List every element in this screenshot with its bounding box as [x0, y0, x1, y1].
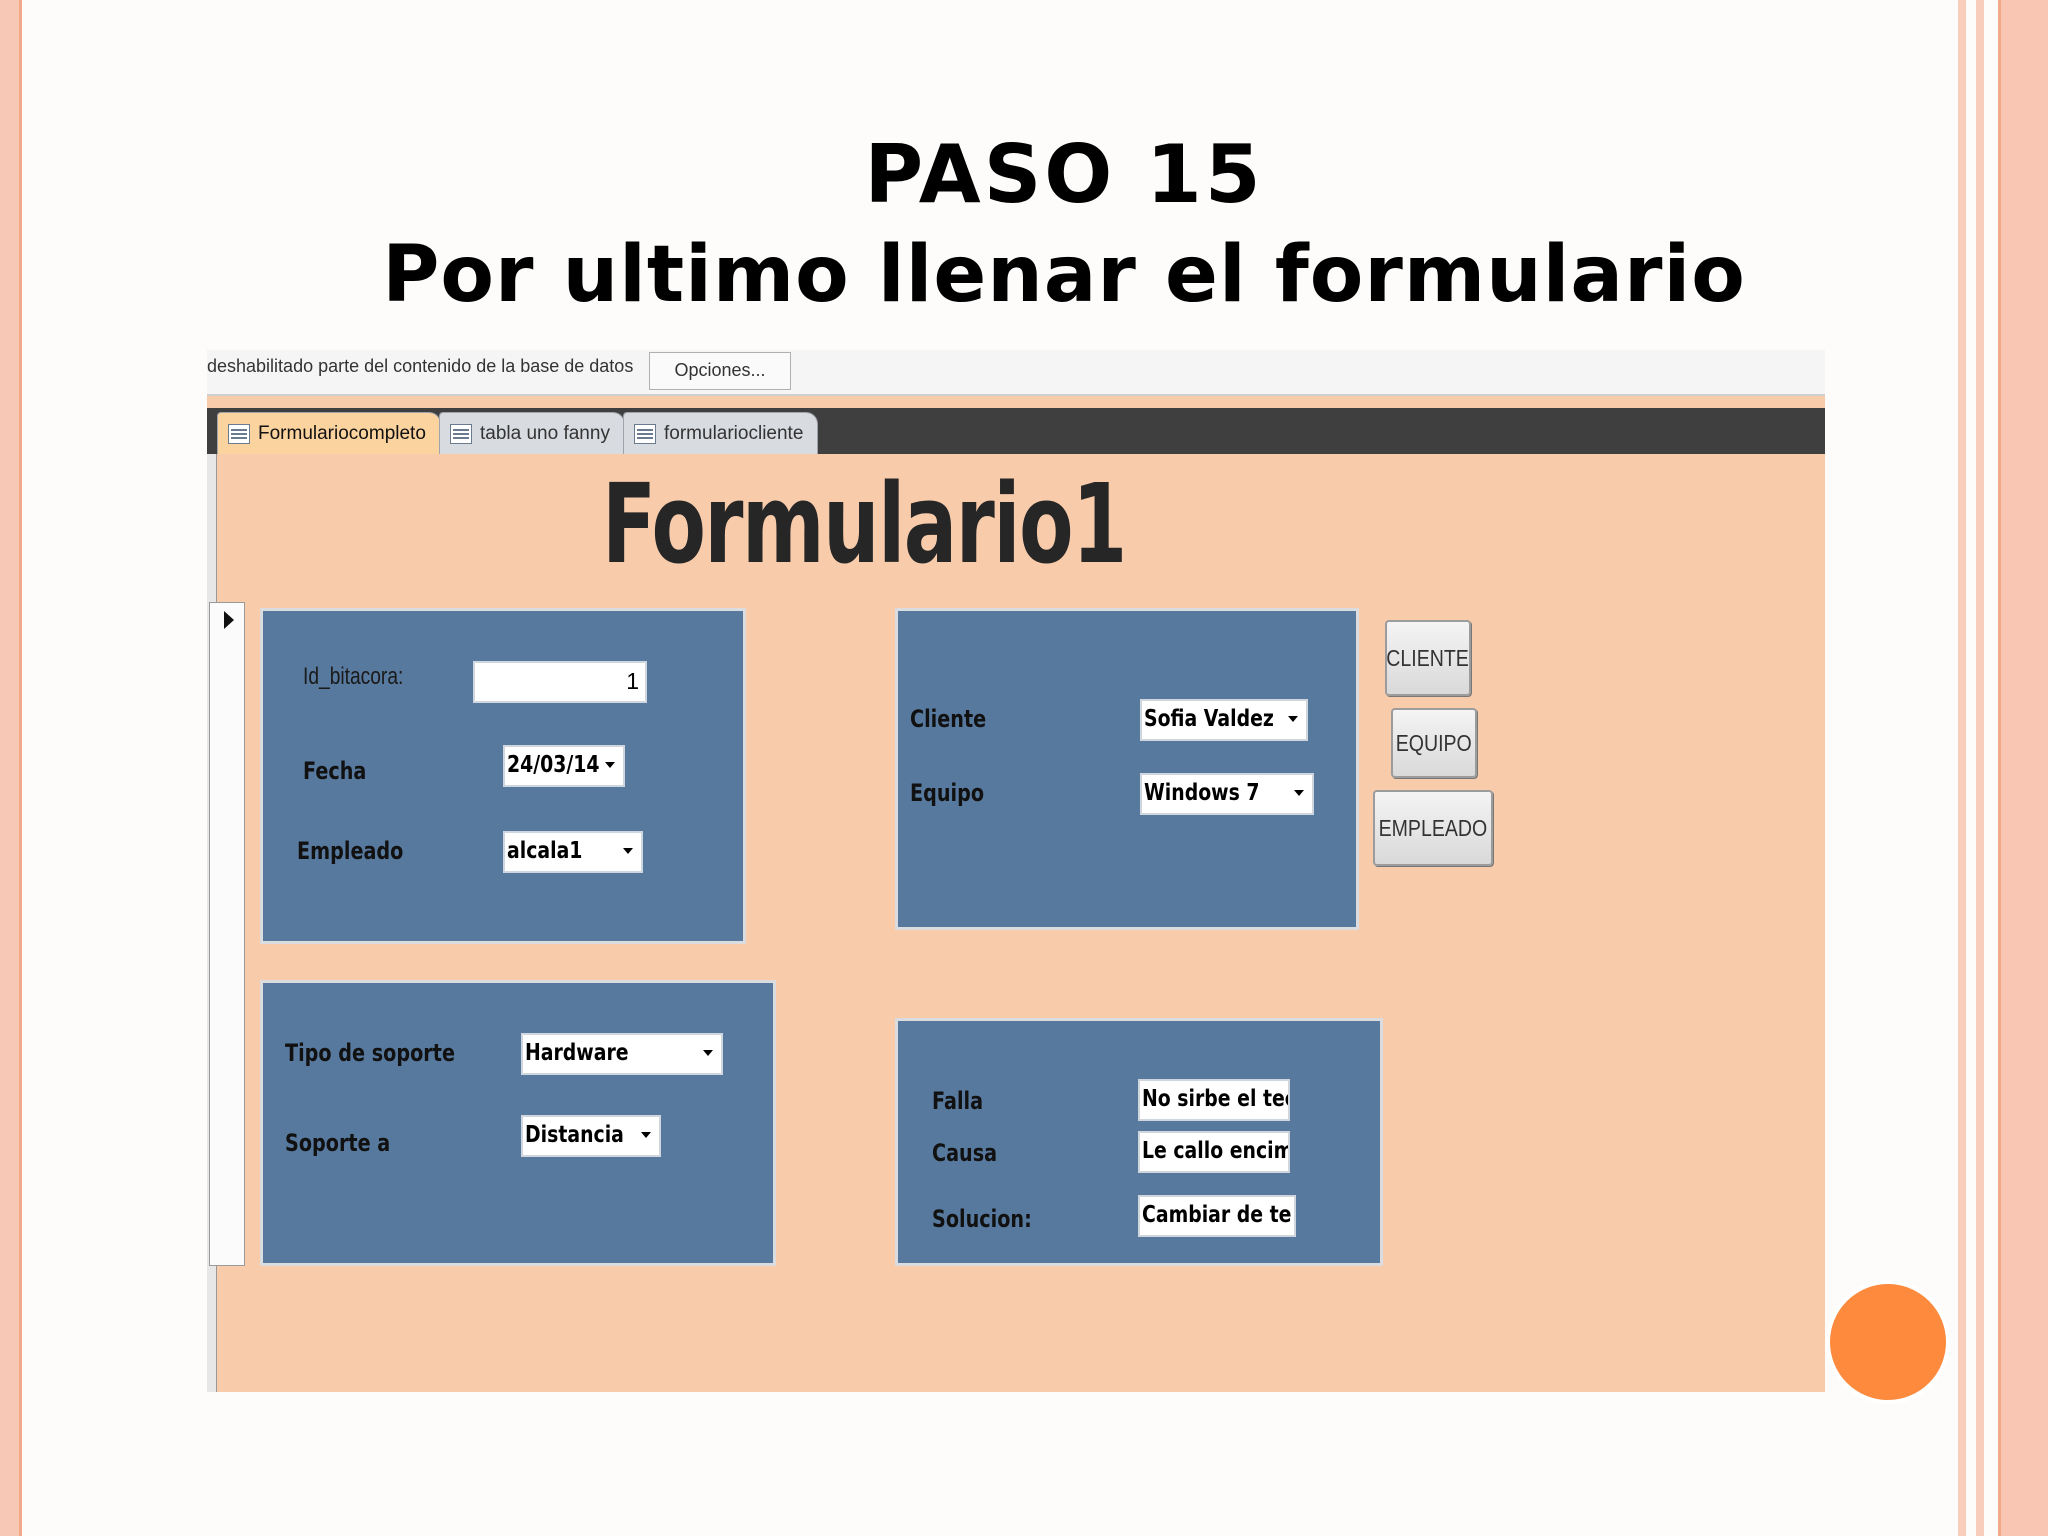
- slide-title: PASO 15: [864, 128, 1264, 221]
- falla-label: Falla: [932, 1087, 984, 1115]
- tipo-soporte-value: Hardware: [525, 1040, 629, 1066]
- panel-bitacora: Id_bitacora: 1 Fecha 24/03/14 Empleado a…: [260, 608, 746, 944]
- empleado-value: alcala1: [507, 838, 583, 864]
- fecha-value: 24/03/14: [507, 752, 600, 778]
- access-screenshot: deshabilitado parte del contenido de la …: [207, 350, 1825, 1392]
- solucion-label: Solucion:: [932, 1205, 1032, 1233]
- decorative-orange-circle: [1826, 1280, 1950, 1404]
- tab-formulariocompleto[interactable]: Formulariocompleto: [217, 412, 441, 454]
- chevron-down-icon: [605, 762, 615, 768]
- causa-value: Le callo encim: [1142, 1138, 1290, 1164]
- chevron-down-icon: [703, 1050, 713, 1056]
- cliente-dropdown[interactable]: Sofia Valdez: [1140, 699, 1308, 741]
- panel-soporte: Tipo de soporte Hardware Soporte a Dista…: [260, 980, 776, 1266]
- record-selector[interactable]: [209, 602, 245, 1266]
- soporte-a-label: Soporte a: [285, 1129, 391, 1157]
- form-title: Formulario1: [602, 460, 1127, 588]
- cliente-value: Sofia Valdez: [1144, 706, 1274, 732]
- id-bitacora-field[interactable]: 1: [473, 661, 647, 703]
- slide-subtitle: Por ultimo llenar el formulario: [382, 230, 1746, 320]
- equipo-button[interactable]: EQUIPO: [1391, 708, 1477, 778]
- equipo-label: Equipo: [910, 779, 985, 807]
- tab-label: tabla uno fanny: [480, 422, 610, 444]
- solucion-value: Cambiar de te: [1142, 1202, 1292, 1228]
- soporte-a-value: Distancia: [525, 1122, 624, 1148]
- security-message-bar: deshabilitado parte del contenido de la …: [207, 350, 1825, 396]
- falla-field[interactable]: No sirbe el tec: [1138, 1079, 1290, 1121]
- id-bitacora-label: Id_bitacora:: [303, 663, 404, 690]
- id-bitacora-value: 1: [626, 668, 639, 694]
- message-bar-text: deshabilitado parte del contenido de la …: [207, 356, 634, 376]
- tab-formulariocliente[interactable]: formulariocliente: [623, 412, 819, 454]
- tipo-soporte-dropdown[interactable]: Hardware: [521, 1033, 723, 1075]
- equipo-button-label: EQUIPO: [1395, 729, 1473, 756]
- cliente-label: Cliente: [910, 705, 987, 733]
- panel-falla: Falla No sirbe el tec Causa Le callo enc…: [895, 1018, 1383, 1266]
- chevron-down-icon: [1294, 790, 1304, 796]
- cliente-button[interactable]: CLIENTE: [1385, 620, 1471, 696]
- tab-label: Formulariocompleto: [258, 422, 426, 444]
- empleado-button-label: EMPLEADO: [1378, 814, 1488, 841]
- chevron-down-icon: [623, 848, 633, 854]
- chevron-down-icon: [1288, 716, 1298, 722]
- chevron-down-icon: [641, 1132, 651, 1138]
- current-record-arrow-icon: [224, 611, 234, 629]
- slide-left-border: [0, 0, 22, 1536]
- causa-label: Causa: [932, 1139, 998, 1167]
- soporte-a-dropdown[interactable]: Distancia: [521, 1115, 661, 1157]
- falla-value: No sirbe el tec: [1142, 1086, 1290, 1112]
- tipo-soporte-label: Tipo de soporte: [285, 1039, 455, 1067]
- tab-tabla-uno-fanny[interactable]: tabla uno fanny: [439, 412, 625, 454]
- empleado-button[interactable]: EMPLEADO: [1373, 790, 1493, 866]
- empleado-label: Empleado: [297, 837, 404, 865]
- document-tabs: Formulariocompleto tabla uno fanny formu…: [207, 408, 1825, 454]
- equipo-dropdown[interactable]: Windows 7: [1140, 773, 1314, 815]
- equipo-value: Windows 7: [1144, 780, 1260, 806]
- table-icon: [450, 423, 472, 444]
- fecha-dropdown[interactable]: 24/03/14: [503, 745, 625, 787]
- tab-label: formulariocliente: [664, 422, 804, 444]
- empleado-dropdown[interactable]: alcala1: [503, 831, 643, 873]
- solucion-field[interactable]: Cambiar de te: [1138, 1195, 1296, 1237]
- causa-field[interactable]: Le callo encim: [1138, 1131, 1290, 1173]
- options-button[interactable]: Opciones...: [649, 352, 791, 390]
- panel-cliente-equipo: Cliente Sofia Valdez Equipo Windows 7: [895, 608, 1359, 930]
- form-icon: [228, 423, 250, 444]
- cliente-button-label: CLIENTE: [1386, 644, 1470, 671]
- fecha-label: Fecha: [303, 757, 367, 785]
- form-icon: [634, 423, 656, 444]
